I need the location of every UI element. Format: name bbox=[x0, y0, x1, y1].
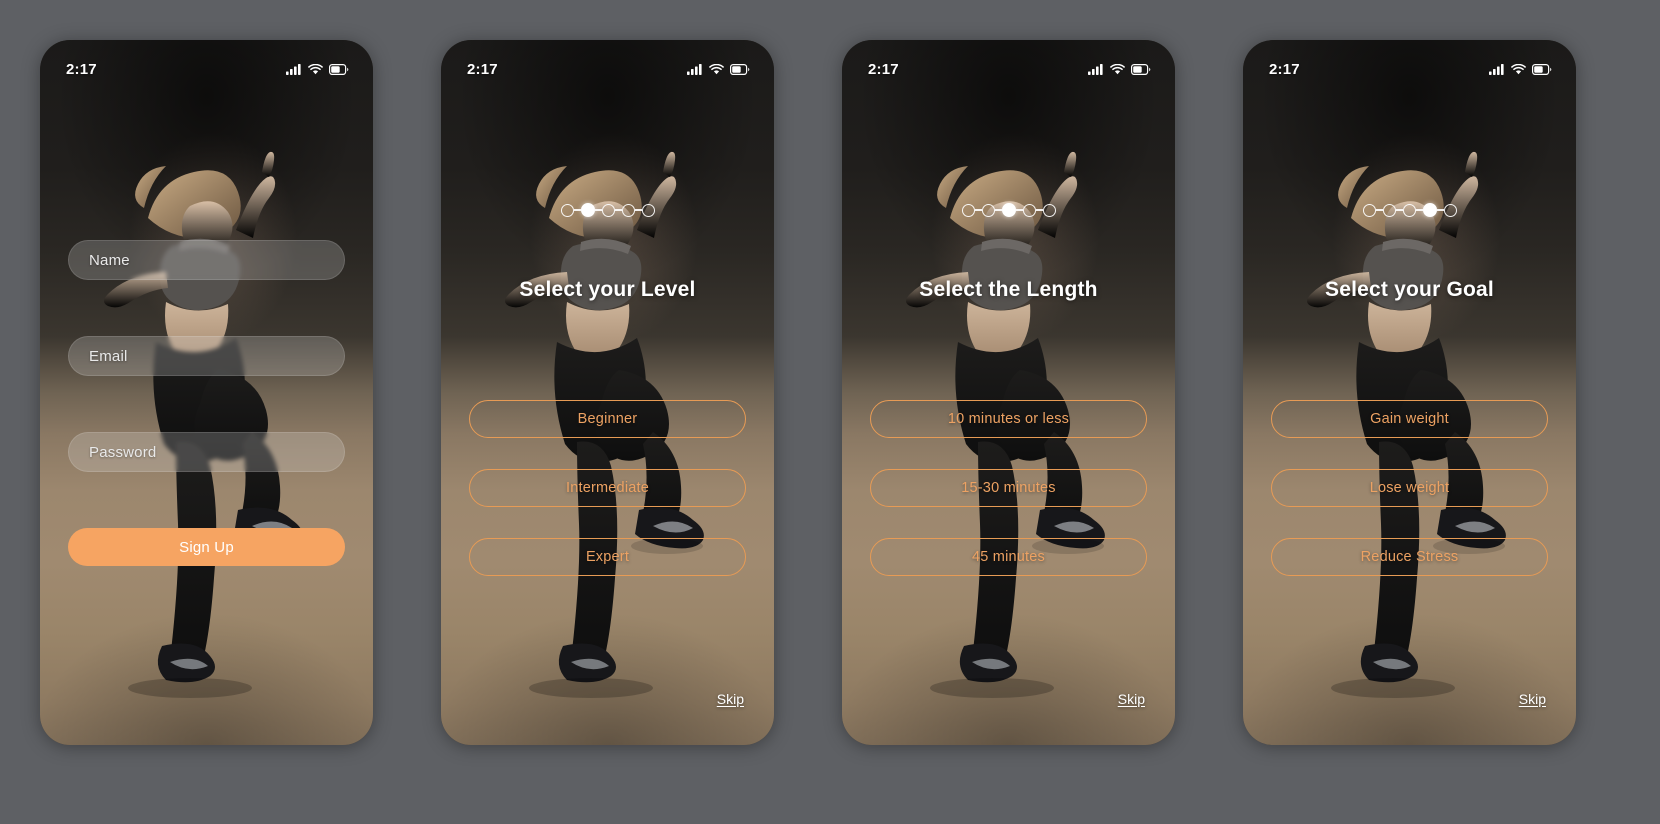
status-bar-icons bbox=[1489, 63, 1552, 75]
cellular-signal-icon bbox=[286, 63, 302, 75]
skip-link[interactable]: Skip bbox=[1519, 691, 1546, 707]
option-button[interactable]: 10 minutes or less bbox=[870, 400, 1147, 438]
progress-connector bbox=[573, 209, 581, 211]
progress-dot[interactable] bbox=[1042, 203, 1056, 217]
progress-dot[interactable] bbox=[981, 203, 995, 217]
progress-connector bbox=[1395, 209, 1403, 211]
onboarding-screen-row: 2:17 Name Email Password Sign Up 2:17 Se… bbox=[0, 0, 1660, 785]
progress-dot-active[interactable] bbox=[1001, 203, 1016, 217]
option-list: Gain weight Lose weight Reduce Stress bbox=[1271, 400, 1548, 607]
option-button[interactable]: 15-30 minutes bbox=[870, 469, 1147, 507]
status-bar: 2:17 bbox=[40, 40, 373, 86]
onboarding-progress-indicator bbox=[842, 203, 1175, 217]
option-button[interactable]: Reduce Stress bbox=[1271, 538, 1548, 576]
progress-dot[interactable] bbox=[1022, 203, 1036, 217]
progress-connector bbox=[1015, 209, 1023, 211]
page-title: Select your Goal bbox=[1325, 278, 1494, 301]
battery-icon bbox=[329, 63, 349, 75]
onboarding-progress-indicator bbox=[441, 203, 774, 217]
name-field[interactable]: Name bbox=[68, 240, 345, 280]
background-photo bbox=[1243, 40, 1576, 745]
skip-link[interactable]: Skip bbox=[1118, 691, 1145, 707]
phone-screen-signup: 2:17 Name Email Password Sign Up bbox=[40, 40, 373, 745]
skip-link[interactable]: Skip bbox=[717, 691, 744, 707]
wifi-icon bbox=[1110, 63, 1125, 75]
progress-dot[interactable] bbox=[1362, 203, 1376, 217]
battery-icon bbox=[1532, 63, 1552, 75]
option-button[interactable]: Gain weight bbox=[1271, 400, 1548, 438]
progress-connector bbox=[1035, 209, 1043, 211]
wifi-icon bbox=[1511, 63, 1526, 75]
progress-dot[interactable] bbox=[961, 203, 975, 217]
status-bar-time: 2:17 bbox=[868, 60, 899, 78]
background-photo bbox=[842, 40, 1175, 745]
password-field-text: Password bbox=[89, 443, 157, 461]
progress-dot-active[interactable] bbox=[1422, 203, 1437, 217]
progress-connector bbox=[974, 209, 982, 211]
status-bar: 2:17 bbox=[1243, 40, 1576, 86]
progress-dot[interactable] bbox=[621, 203, 635, 217]
progress-connector bbox=[614, 209, 622, 211]
page-title: Select your Level bbox=[519, 278, 696, 301]
status-bar-icons bbox=[1088, 63, 1151, 75]
progress-connector bbox=[634, 209, 642, 211]
page-title: Select the Length bbox=[919, 278, 1098, 301]
wifi-icon bbox=[709, 63, 724, 75]
progress-dot[interactable] bbox=[601, 203, 615, 217]
phone-screen-goal: 2:17 Select your Goal Gain weight Lose w… bbox=[1243, 40, 1576, 745]
option-list: 10 minutes or less 15-30 minutes 45 minute… bbox=[870, 400, 1147, 607]
progress-dot[interactable] bbox=[560, 203, 574, 217]
status-bar-time: 2:17 bbox=[66, 60, 97, 78]
progress-dot[interactable] bbox=[1382, 203, 1396, 217]
option-button[interactable]: 45 minutes bbox=[870, 538, 1147, 576]
status-bar: 2:17 bbox=[441, 40, 774, 86]
battery-icon bbox=[730, 63, 750, 75]
option-button[interactable]: Intermediate bbox=[469, 469, 746, 507]
battery-icon bbox=[1131, 63, 1151, 75]
status-bar-time: 2:17 bbox=[467, 60, 498, 78]
cellular-signal-icon bbox=[1088, 63, 1104, 75]
progress-dot[interactable] bbox=[641, 203, 655, 217]
status-bar-time: 2:17 bbox=[1269, 60, 1300, 78]
password-field[interactable]: Password bbox=[68, 432, 345, 472]
email-field-text: Email bbox=[89, 347, 128, 365]
phone-screen-level: 2:17 Select your Level Beginner Intermed… bbox=[441, 40, 774, 745]
phone-screen-length: 2:17 Select the Length 10 minutes or les… bbox=[842, 40, 1175, 745]
status-bar-icons bbox=[286, 63, 349, 75]
cellular-signal-icon bbox=[1489, 63, 1505, 75]
signup-form: Name Email Password Sign Up bbox=[68, 240, 345, 566]
progress-connector bbox=[1415, 209, 1423, 211]
progress-dot[interactable] bbox=[1402, 203, 1416, 217]
cellular-signal-icon bbox=[687, 63, 703, 75]
wifi-icon bbox=[308, 63, 323, 75]
email-field[interactable]: Email bbox=[68, 336, 345, 376]
option-button[interactable]: Lose weight bbox=[1271, 469, 1548, 507]
progress-dot[interactable] bbox=[1443, 203, 1457, 217]
name-field-text: Name bbox=[89, 251, 130, 269]
status-bar: 2:17 bbox=[842, 40, 1175, 86]
progress-connector bbox=[1375, 209, 1383, 211]
sign-up-button[interactable]: Sign Up bbox=[68, 528, 345, 566]
option-button[interactable]: Beginner bbox=[469, 400, 746, 438]
onboarding-progress-indicator bbox=[1243, 203, 1576, 217]
progress-dot-active[interactable] bbox=[580, 203, 595, 217]
progress-connector bbox=[594, 209, 602, 211]
option-button[interactable]: Expert bbox=[469, 538, 746, 576]
progress-connector bbox=[994, 209, 1002, 211]
option-list: Beginner Intermediate Expert bbox=[469, 400, 746, 607]
status-bar-icons bbox=[687, 63, 750, 75]
progress-connector bbox=[1436, 209, 1444, 211]
background-photo bbox=[441, 40, 774, 745]
